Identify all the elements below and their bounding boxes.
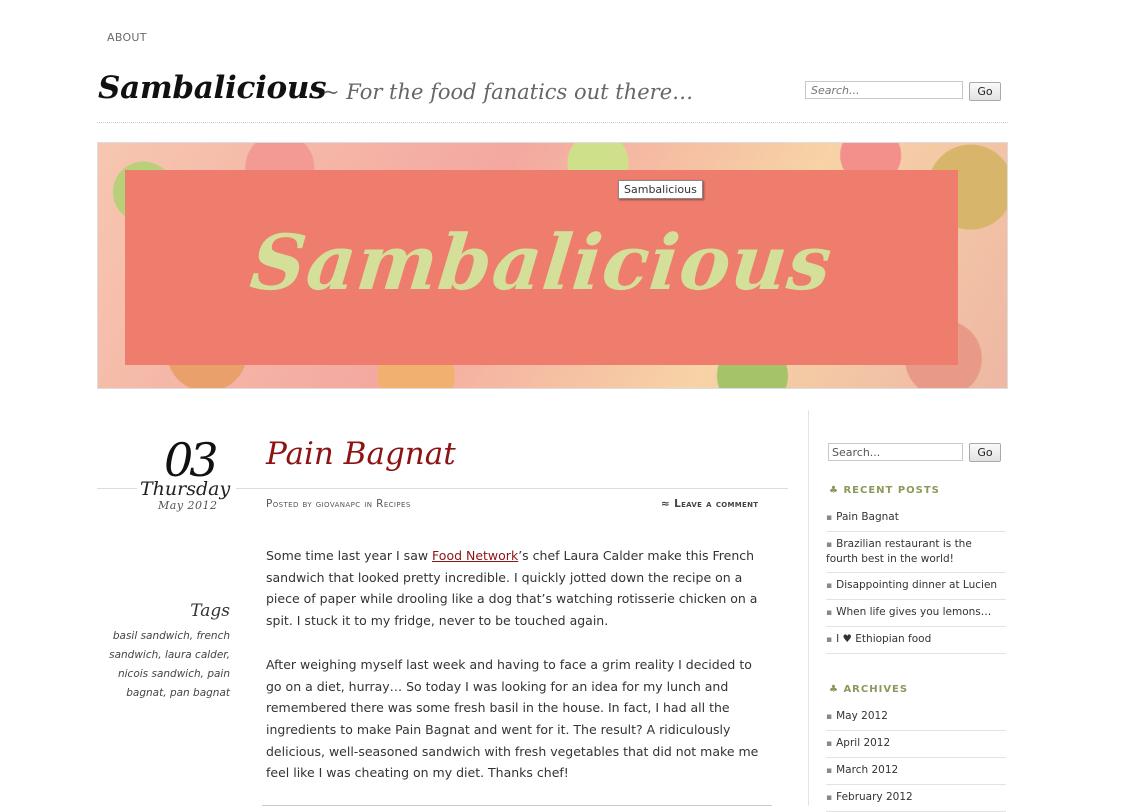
recent-post-item[interactable]: ▪ Pain Bagnat: [826, 505, 1006, 532]
site-title[interactable]: Sambalicious: [98, 70, 327, 106]
tag-link[interactable]: nicois sandwich: [118, 668, 201, 680]
tags-heading: Tags: [190, 601, 230, 621]
recent-post-item[interactable]: ▪ Disappointing dinner at Lucien: [826, 573, 1006, 600]
banner-logo-text: Sambalicious: [246, 218, 837, 307]
sidebar-search-input[interactable]: [828, 443, 963, 461]
recent-post-item[interactable]: ▪ When life gives you lemons…: [826, 600, 1006, 627]
recent-post-item[interactable]: ▪ Brazilian restaurant is the fourth best…: [826, 532, 1006, 573]
post-meta: Posted by giovanapc in Recipes: [266, 498, 411, 510]
banner-tooltip: Sambalicious: [618, 180, 703, 199]
site-description: ~ For the food fanatics out there…: [322, 80, 694, 104]
tag-link[interactable]: pan bagnat: [170, 687, 230, 699]
in-label: in: [364, 498, 373, 510]
food-network-link[interactable]: Food Network: [432, 548, 518, 563]
nav-about-link[interactable]: ABOUT: [107, 31, 147, 44]
date-rule-right: [236, 488, 788, 489]
post-content: Some time last year I saw Food Network’s…: [266, 545, 766, 806]
bullet-icon: ▪: [826, 712, 833, 722]
tag-link[interactable]: laura calder: [165, 649, 227, 661]
banner-box: Sambalicious: [125, 170, 958, 365]
bullet-icon: ▪: [826, 608, 833, 618]
bullet-icon: ▪: [826, 581, 833, 591]
recent-posts-list: ▪ Pain Bagnat ▪ Brazilian restaurant is th…: [826, 505, 1006, 654]
comment-icon: ≈: [661, 498, 671, 510]
archive-item[interactable]: ▪ May 2012: [826, 704, 1006, 731]
bullet-icon: ▪: [826, 513, 833, 523]
bullet-icon: ▪: [826, 766, 833, 776]
recent-post-item[interactable]: ▪ I ♥ Ethiopian food: [826, 627, 1006, 654]
leave-comment-link[interactable]: ≈ Leave a comment: [661, 498, 758, 510]
bullet-icon: ▪: [826, 739, 833, 749]
header-banner[interactable]: Sambalicious: [97, 142, 1008, 389]
header-search-input[interactable]: [805, 81, 963, 99]
archives-heading: ♣ Archives: [829, 684, 909, 695]
post-paragraph-1: Some time last year I saw Food Network’s…: [266, 548, 758, 629]
leave-comment-label: Leave a comment: [674, 498, 759, 510]
archives-list: ▪ May 2012 ▪ April 2012 ▪ March 2012 ▪ Febru…: [826, 704, 1006, 812]
recent-posts-heading: ♣ Recent Posts: [829, 485, 940, 496]
posted-by-label: Posted by: [266, 498, 313, 510]
bullet-icon: ▪: [826, 635, 833, 645]
sidebar-search-go-button[interactable]: Go: [969, 443, 1001, 462]
archive-item[interactable]: ▪ February 2012: [826, 785, 1006, 812]
post-date-month: May 2012: [158, 499, 218, 512]
bullet-icon: ▪: [826, 793, 833, 803]
archive-item[interactable]: ▪ March 2012: [826, 758, 1006, 785]
sidebar-divider: [808, 410, 809, 806]
header-search-go-button[interactable]: Go: [969, 82, 1001, 101]
tags-list: basil sandwich, french sandwich, laura c…: [109, 630, 230, 699]
post-date-weekday: Thursday: [140, 478, 231, 500]
post-author-link[interactable]: giovanapc: [316, 498, 361, 510]
date-rule-left: [97, 488, 137, 489]
header-divider: [97, 122, 1008, 123]
tag-link[interactable]: basil sandwich: [113, 630, 190, 642]
post-title[interactable]: Pain Bagnat: [266, 436, 456, 472]
bullet-icon: ▪: [826, 540, 833, 550]
post-category-link[interactable]: Recipes: [376, 498, 411, 510]
post-paragraph-2: After weighing myself last week and havi…: [266, 656, 759, 781]
archive-item[interactable]: ▪ April 2012: [826, 731, 1006, 758]
